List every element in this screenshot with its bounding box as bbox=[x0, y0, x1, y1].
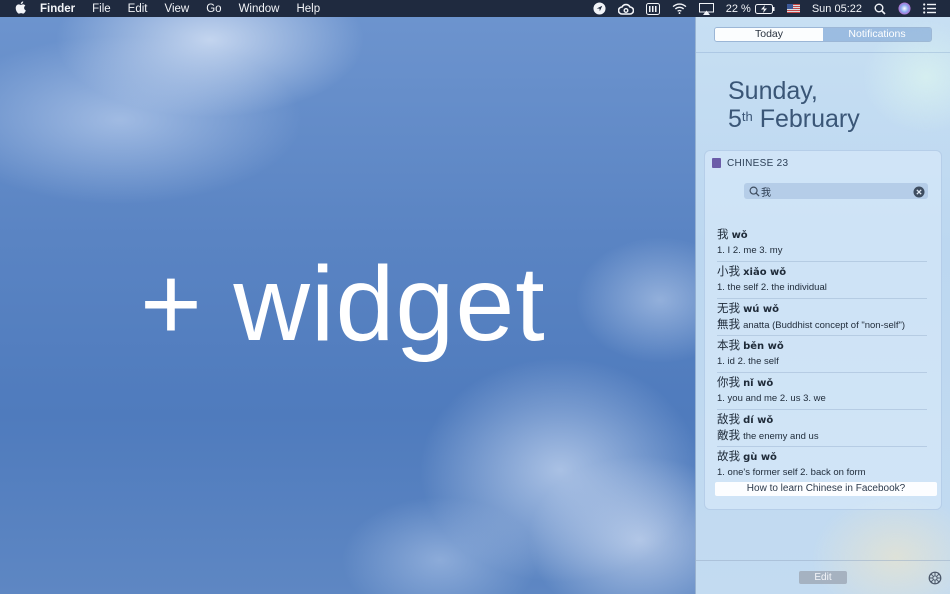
airplay-icon[interactable] bbox=[698, 0, 714, 17]
entry-definition: 1. you and me 2. us 3. we bbox=[717, 393, 826, 404]
entry-hanzi: 你我 bbox=[717, 375, 740, 389]
menu-go[interactable]: Go bbox=[206, 3, 221, 15]
entry-pinyin: běn wǒ bbox=[743, 341, 784, 352]
list-item[interactable]: 敌我 dí wǒ 敵我 the enemy and us bbox=[717, 410, 927, 447]
menu-edit[interactable]: Edit bbox=[128, 3, 148, 15]
menu-window[interactable]: Window bbox=[239, 3, 280, 15]
date-ordinal: th bbox=[741, 109, 753, 124]
entry-definition: 1. one's former self 2. back on form bbox=[717, 467, 866, 478]
tab-today[interactable]: Today bbox=[715, 28, 823, 41]
date-day: 5 bbox=[728, 105, 742, 133]
list-item[interactable]: 我 wǒ 1. I 2. me 3. my bbox=[717, 225, 927, 262]
promo-overlay-text: + widget bbox=[140, 245, 546, 363]
entry-definition: 1. id 2. the self bbox=[717, 356, 779, 367]
notification-center-icon[interactable] bbox=[923, 0, 936, 17]
keyboard-icon[interactable] bbox=[645, 0, 660, 17]
us-flag-input-source-icon[interactable] bbox=[786, 0, 800, 17]
menu-view[interactable]: View bbox=[165, 3, 190, 15]
chinese-app-icon bbox=[712, 158, 721, 168]
list-item[interactable]: 你我 nǐ wǒ 1. you and me 2. us 3. we bbox=[717, 373, 927, 410]
location-arrow-icon[interactable] bbox=[593, 0, 606, 17]
entry-pinyin: wǒ bbox=[731, 230, 748, 241]
list-item[interactable]: 小我 xiǎo wǒ 1. the self 2. the individual bbox=[717, 262, 927, 299]
spotlight-search-icon[interactable] bbox=[874, 0, 886, 17]
menu-bar: Finder File Edit View Go Window Help 22 … bbox=[0, 0, 950, 17]
date-weekday: Sunday, bbox=[728, 77, 818, 105]
dictionary-results-list: 我 wǒ 1. I 2. me 3. my 小我 xiǎo wǒ 1. the … bbox=[717, 225, 927, 484]
list-item[interactable]: 故我 gù wǒ 1. one's former self 2. back on… bbox=[717, 447, 927, 484]
entry-pinyin: xiǎo wǒ bbox=[743, 267, 787, 278]
search-icon bbox=[747, 184, 761, 198]
today-date: Sunday, 5th February bbox=[728, 77, 860, 133]
gear-icon[interactable] bbox=[928, 571, 942, 585]
menubar-clock[interactable]: Sun 05:22 bbox=[812, 3, 862, 15]
dictionary-search-field[interactable] bbox=[744, 183, 928, 199]
search-input[interactable] bbox=[761, 184, 901, 198]
siri-icon[interactable] bbox=[898, 0, 911, 17]
widget-title: CHINESE 23 bbox=[727, 157, 789, 169]
menu-app-finder[interactable]: Finder bbox=[40, 3, 75, 15]
entry-hanzi: 我 bbox=[717, 227, 729, 241]
list-item[interactable]: 本我 běn wǒ 1. id 2. the self bbox=[717, 336, 927, 373]
nc-bottom-divider bbox=[696, 560, 950, 561]
creative-cloud-icon[interactable] bbox=[617, 0, 634, 17]
nc-tab-bar: Today Notifications bbox=[714, 27, 932, 42]
entry-pinyin: gù wǒ bbox=[743, 452, 777, 463]
battery-percentage[interactable]: 22 % bbox=[726, 3, 751, 15]
wifi-icon[interactable] bbox=[672, 0, 687, 17]
entry-definition: 1. I 2. me 3. my bbox=[717, 245, 783, 256]
entry-traditional-hanzi: 無我 bbox=[717, 317, 740, 331]
battery-charging-icon[interactable] bbox=[754, 0, 775, 17]
entry-hanzi: 小我 bbox=[717, 264, 740, 278]
entry-definition: the enemy and us bbox=[743, 431, 819, 442]
clear-search-icon[interactable] bbox=[913, 185, 925, 198]
entry-hanzi: 无我 bbox=[717, 301, 740, 315]
learn-chinese-facebook-button[interactable]: How to learn Chinese in Facebook? bbox=[715, 482, 937, 496]
menu-help[interactable]: Help bbox=[296, 3, 320, 15]
entry-traditional-hanzi: 敵我 bbox=[717, 428, 740, 442]
entry-pinyin: nǐ wǒ bbox=[743, 378, 774, 389]
apple-menu-icon[interactable] bbox=[0, 0, 40, 17]
tab-notifications[interactable]: Notifications bbox=[823, 28, 931, 41]
edit-widgets-button[interactable]: Edit bbox=[799, 571, 847, 584]
list-item[interactable]: 无我 wú wǒ 無我 anatta (Buddhist concept of … bbox=[717, 299, 927, 336]
notification-center-panel: Today Notifications Sunday, 5th February… bbox=[695, 17, 950, 594]
date-month: February bbox=[759, 105, 860, 133]
entry-pinyin: dí wǒ bbox=[743, 415, 774, 426]
nc-divider bbox=[696, 52, 950, 53]
entry-definition: anatta (Buddhist concept of "non-self") bbox=[743, 320, 906, 331]
entry-hanzi: 故我 bbox=[717, 449, 740, 463]
chinese-dictionary-widget: CHINESE 23 我 wǒ 1. I 2. me 3. my 小我 xiǎo… bbox=[704, 150, 942, 510]
date-day-month: 5th February bbox=[728, 105, 860, 133]
widget-header: CHINESE 23 bbox=[712, 155, 788, 171]
entry-hanzi: 本我 bbox=[717, 338, 740, 352]
menu-file[interactable]: File bbox=[92, 3, 111, 15]
entry-pinyin: wú wǒ bbox=[743, 304, 780, 315]
entry-definition: 1. the self 2. the individual bbox=[717, 282, 827, 293]
entry-hanzi: 敌我 bbox=[717, 412, 740, 426]
